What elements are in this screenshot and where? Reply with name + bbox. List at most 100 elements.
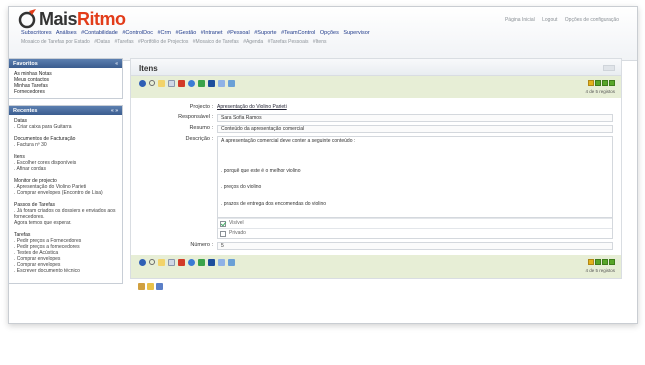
number-field[interactable]: 5 — [217, 242, 613, 250]
field-description: Descrição : A apresentação comercial dev… — [131, 136, 621, 239]
attach-icon[interactable] — [138, 283, 145, 290]
delete-icon[interactable] — [178, 259, 185, 266]
next-record-button[interactable] — [602, 80, 608, 86]
page-header: Itens — [130, 58, 622, 76]
visibility-options: Visível Privado — [217, 218, 613, 239]
submenu-item[interactable]: #Tarefas Pessoais — [268, 39, 309, 45]
logo[interactable]: MaisRitmo — [17, 9, 126, 29]
next-record-button[interactable] — [602, 259, 608, 265]
save-icon[interactable] — [208, 80, 215, 87]
recent-title: Recentes — [13, 107, 38, 114]
save-icon[interactable] — [208, 259, 215, 266]
responsible-field[interactable]: Sara Sofia Ramos — [217, 114, 613, 122]
recent-list: Datas . Criar caixa para Guitarra Docume… — [9, 115, 122, 283]
search-icon[interactable] — [149, 80, 155, 86]
menu-item[interactable]: #TeamControl — [281, 30, 315, 36]
pin-icon[interactable] — [198, 80, 205, 87]
recent-item[interactable]: . Já foram criados os dossiers e enviado… — [14, 208, 117, 220]
brand-name: MaisRitmo — [39, 8, 126, 29]
filter-icon[interactable] — [218, 259, 225, 266]
project-link[interactable]: Apresentação do Violino Parieti — [217, 104, 613, 111]
submenu-item[interactable]: #Portfólio de Projectos — [138, 39, 188, 45]
record-pager: 4 de 5 registos — [585, 80, 615, 94]
edit-icon[interactable] — [158, 259, 165, 266]
visible-checkbox[interactable] — [220, 220, 226, 227]
add-icon[interactable] — [139, 259, 146, 266]
export-icon[interactable] — [228, 80, 235, 87]
copy-icon[interactable] — [168, 80, 175, 87]
top-links: Página Inicial Logout Opções de configur… — [499, 17, 619, 23]
window-button[interactable] — [603, 65, 615, 71]
page-title: Itens — [139, 64, 158, 73]
pin-icon[interactable] — [198, 259, 205, 266]
pager-buttons — [585, 259, 615, 267]
number-label: Número : — [190, 242, 213, 248]
menu-item[interactable]: Opções — [320, 30, 339, 36]
logo-mark-icon — [17, 9, 39, 29]
menu-item[interactable]: Subscritores — [21, 30, 52, 36]
recent-panel: Recentes « » Datas . Criar caixa para Gu… — [8, 105, 123, 284]
summary-field[interactable]: Conteúdo da apresentação comercial — [217, 125, 613, 133]
recent-item[interactable]: . Afinar cordas — [14, 166, 117, 172]
menu-item[interactable]: #Contabilidade — [81, 30, 118, 36]
sub-menu: Mosaico de Tarefas por Estado #Datas #Ta… — [21, 39, 329, 45]
filter-icon[interactable] — [218, 80, 225, 87]
private-option[interactable]: Privado — [218, 228, 612, 238]
last-record-button[interactable] — [609, 80, 615, 86]
link-settings[interactable]: Opções de configuração — [565, 17, 619, 23]
menu-item[interactable]: #Intranet — [201, 30, 223, 36]
export-icon[interactable] — [228, 259, 235, 266]
record-pager: 4 de 5 registos — [585, 259, 615, 273]
menu-item[interactable]: #Suporte — [254, 30, 276, 36]
recent-item[interactable]: Agora temos que esperar. — [14, 220, 117, 226]
favorites-list: As minhas Notas Meus contactos Minhas Ta… — [9, 68, 122, 98]
app-header: MaisRitmo Página Inicial Logout Opções d… — [9, 7, 637, 61]
submenu-item[interactable]: #Itens — [313, 39, 327, 45]
link-home[interactable]: Página Inicial — [505, 17, 535, 23]
first-record-button[interactable] — [588, 80, 594, 86]
prev-record-button[interactable] — [595, 259, 601, 265]
submenu-item[interactable]: #Mosaico de Tarefas — [193, 39, 239, 45]
recent-group: Tarefas . Pedir preços a Fornecedores . … — [14, 232, 117, 274]
delete-icon[interactable] — [178, 80, 185, 87]
submenu-item[interactable]: #Agenda — [243, 39, 263, 45]
favorites-item[interactable]: Fornecedores — [14, 89, 117, 95]
note-icon[interactable] — [156, 283, 163, 290]
collapse-icon[interactable]: « — [115, 61, 118, 67]
responsible-label: Responsável : — [178, 114, 213, 120]
description-label: Descrição : — [185, 136, 213, 142]
menu-item[interactable]: #ControlDoc — [122, 30, 153, 36]
refresh-icon[interactable] — [188, 80, 195, 87]
recent-item[interactable]: . Escrever documento técnico — [14, 268, 117, 274]
submenu-item[interactable]: #Tarefas — [114, 39, 133, 45]
recent-item[interactable]: . Comprar envelopes (Encontro de Lisa) — [14, 190, 117, 196]
folder-icon[interactable] — [147, 283, 154, 290]
search-icon[interactable] — [149, 259, 155, 265]
favorites-title: Favoritos — [13, 60, 38, 67]
menu-item[interactable]: Supervisor — [343, 30, 369, 36]
menu-item[interactable]: #Gestão — [175, 30, 196, 36]
submenu-item[interactable]: #Datas — [94, 39, 110, 45]
add-icon[interactable] — [139, 80, 146, 87]
link-logout[interactable]: Logout — [542, 17, 557, 23]
copy-icon[interactable] — [168, 259, 175, 266]
recent-item[interactable]: . Criar caixa para Guitarra — [14, 124, 117, 130]
collapse-icon[interactable]: « » — [111, 108, 118, 114]
menu-item[interactable]: Análises — [56, 30, 77, 36]
visible-option[interactable]: Visível — [218, 218, 612, 228]
description-line: . prazos de entrega dos encomendas do vi… — [221, 201, 327, 207]
recent-group: Itens . Escolher cores disponíveis . Afi… — [14, 154, 117, 172]
menu-item[interactable]: #Crm — [157, 30, 170, 36]
main-menu: Subscritores Análises #Contabilidade #Co… — [21, 30, 373, 36]
first-record-button[interactable] — [588, 259, 594, 265]
description-line: . porquê que este é o melhor violino — [221, 168, 301, 174]
last-record-button[interactable] — [609, 259, 615, 265]
private-checkbox[interactable] — [220, 230, 226, 237]
submenu-item[interactable]: Mosaico de Tarefas por Estado — [21, 39, 90, 45]
refresh-icon[interactable] — [188, 259, 195, 266]
prev-record-button[interactable] — [595, 80, 601, 86]
description-field[interactable]: A apresentação comercial deve conter a s… — [217, 136, 613, 218]
edit-icon[interactable] — [158, 80, 165, 87]
recent-item[interactable]: . Factura nº 30 — [14, 142, 117, 148]
menu-item[interactable]: #Pessoal — [227, 30, 250, 36]
